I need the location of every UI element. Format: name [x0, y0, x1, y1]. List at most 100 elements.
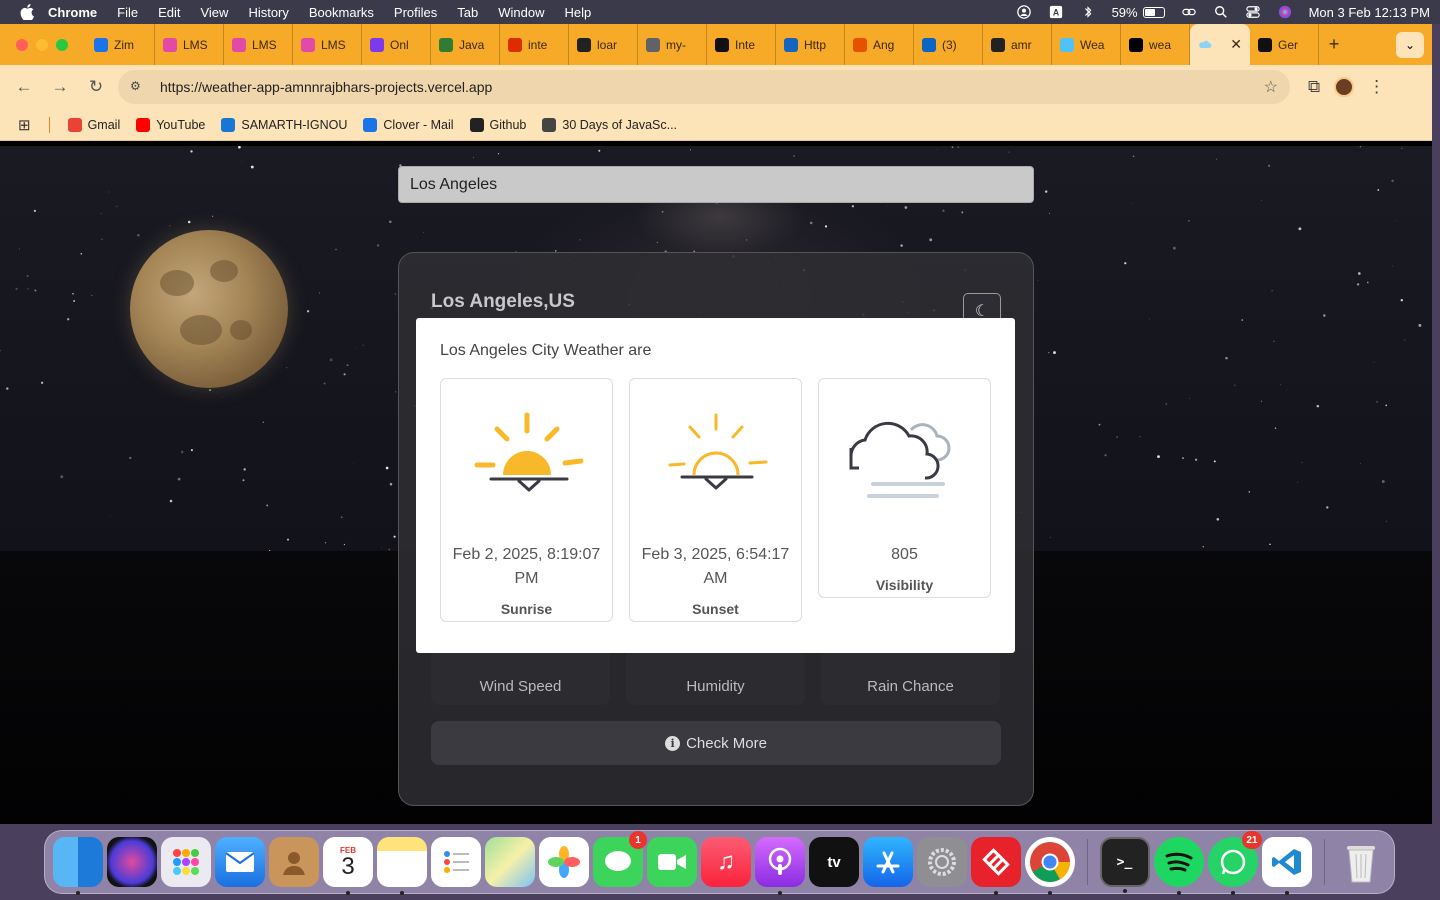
- tab-1[interactable]: LMS: [155, 24, 224, 65]
- spotlight-search-icon[interactable]: [1213, 5, 1229, 19]
- control-center-icon[interactable]: [1245, 5, 1261, 19]
- bookmark-5[interactable]: 30 Days of JavaSc...: [542, 117, 677, 132]
- site-info-icon[interactable]: ⚙: [130, 79, 150, 95]
- tab-6[interactable]: inte: [500, 24, 569, 65]
- system-settings-icon[interactable]: [917, 837, 967, 887]
- tab-favicon: [577, 37, 591, 52]
- address-bar[interactable]: ⚙ https://weather-app-amnnrajbhars-proje…: [118, 70, 1290, 104]
- tab-0[interactable]: Zim: [86, 24, 155, 65]
- star: [957, 146, 959, 148]
- link-icon[interactable]: [1181, 5, 1197, 19]
- menu-profiles[interactable]: Profiles: [394, 5, 437, 20]
- podcasts-icon[interactable]: [755, 837, 805, 895]
- reminders-icon[interactable]: [431, 837, 481, 887]
- spotify-icon[interactable]: [1153, 837, 1204, 895]
- messages-icon[interactable]: 1: [593, 831, 647, 887]
- menu-file[interactable]: File: [117, 5, 138, 20]
- whatsapp-icon[interactable]: 21: [1207, 831, 1262, 895]
- star: [1280, 384, 1281, 386]
- tab-15[interactable]: wea: [1121, 24, 1190, 65]
- launchpad-icon[interactable]: [161, 837, 211, 887]
- tab-8[interactable]: my-: [638, 24, 707, 65]
- music-icon[interactable]: ♫: [701, 837, 751, 887]
- tab-12[interactable]: (3): [914, 24, 983, 65]
- bluetooth-icon[interactable]: [1080, 5, 1096, 19]
- tab-search-chevron-icon[interactable]: ⌄: [1396, 31, 1424, 58]
- close-window-button[interactable]: [16, 38, 28, 51]
- sunrise-icon: [441, 379, 612, 529]
- modal-title: Los Angeles City Weather are: [440, 342, 652, 359]
- bookmark-0[interactable]: Gmail: [67, 117, 120, 132]
- tab-10[interactable]: Http: [776, 24, 845, 65]
- url-text[interactable]: https://weather-app-amnnrajbhars-project…: [160, 79, 492, 95]
- close-tab-icon[interactable]: ✕: [1230, 36, 1242, 53]
- star: [1104, 454, 1107, 457]
- apps-grid-icon[interactable]: ⊞: [18, 116, 31, 134]
- menu-help[interactable]: Help: [565, 5, 592, 20]
- app-store-icon[interactable]: [863, 837, 913, 887]
- terminal-icon[interactable]: >_: [1099, 837, 1150, 893]
- siri-dock-icon[interactable]: [107, 837, 157, 887]
- star: [27, 288, 29, 290]
- input-source-icon[interactable]: A: [1048, 5, 1064, 19]
- zoom-window-button[interactable]: [56, 38, 68, 51]
- menu-edit[interactable]: Edit: [158, 5, 180, 20]
- back-arrow-icon[interactable]: ←: [10, 73, 38, 101]
- menu-tab[interactable]: Tab: [457, 5, 478, 20]
- apple-menu-icon[interactable]: [20, 4, 34, 20]
- menu-bookmarks[interactable]: Bookmarks: [309, 5, 374, 20]
- tab-11[interactable]: Ang: [845, 24, 914, 65]
- star: [1391, 179, 1394, 183]
- bookmark-star-icon[interactable]: ☆: [1264, 77, 1278, 97]
- menu-app-name[interactable]: Chrome: [48, 5, 97, 20]
- tab-3[interactable]: LMS: [293, 24, 362, 65]
- vscode-icon[interactable]: [1261, 837, 1312, 895]
- mail-icon[interactable]: [215, 837, 265, 887]
- new-tab-button[interactable]: +: [1319, 34, 1349, 55]
- contacts-icon[interactable]: [269, 837, 319, 887]
- facetime-icon[interactable]: [647, 837, 697, 887]
- calendar-icon[interactable]: FEB 3: [323, 837, 373, 895]
- apple-tv-icon[interactable]: tv: [809, 837, 859, 887]
- menu-window[interactable]: Window: [498, 5, 544, 20]
- finder-icon[interactable]: [53, 837, 103, 895]
- chrome-icon[interactable]: [1025, 837, 1075, 895]
- menubar-clock[interactable]: Mon 3 Feb 12:13 PM: [1309, 5, 1430, 20]
- battery-indicator[interactable]: 59%: [1112, 5, 1165, 20]
- profile-avatar[interactable]: [1334, 77, 1355, 97]
- tab-last[interactable]: Ger: [1250, 24, 1319, 65]
- city-search-input[interactable]: [398, 166, 1034, 203]
- tab-7[interactable]: loar: [569, 24, 638, 65]
- tab-active-weather-app[interactable]: ✕: [1190, 24, 1250, 65]
- anydesk-icon[interactable]: [971, 837, 1021, 895]
- bookmark-2[interactable]: SAMARTH-IGNOU: [221, 117, 347, 132]
- tab-9[interactable]: Inte: [707, 24, 776, 65]
- bookmark-4[interactable]: Github: [469, 117, 526, 132]
- tab-14[interactable]: Wea: [1052, 24, 1121, 65]
- tab-13[interactable]: amr: [983, 24, 1052, 65]
- bookmarks-bar: ⊞ Gmail YouTube SAMARTH-IGNOU Clover - Mail…: [0, 109, 1432, 141]
- menu-history[interactable]: History: [248, 5, 288, 20]
- tab-4[interactable]: Onl: [362, 24, 431, 65]
- browser-window: Zim LMS LMS LMS Onl Java inte loar my- Inte Http An…: [0, 24, 1432, 824]
- menu-view[interactable]: View: [200, 5, 228, 20]
- bookmark-1[interactable]: YouTube: [136, 117, 205, 132]
- trash-icon[interactable]: [1336, 837, 1386, 887]
- extensions-puzzle-icon[interactable]: ⧉: [1308, 77, 1320, 97]
- photos-icon[interactable]: [539, 837, 589, 887]
- tab-title: wea: [1149, 37, 1172, 52]
- star: [1149, 318, 1150, 320]
- forward-arrow-icon[interactable]: →: [46, 73, 74, 101]
- tab-title: LMS: [183, 37, 208, 52]
- minimize-window-button[interactable]: [36, 38, 48, 51]
- check-more-button[interactable]: i Check More: [431, 721, 1001, 765]
- tab-5[interactable]: Java: [431, 24, 500, 65]
- reload-icon[interactable]: ↻: [82, 73, 110, 101]
- siri-icon[interactable]: [1277, 5, 1293, 19]
- more-menu-icon[interactable]: ⋮: [1368, 77, 1385, 97]
- bookmark-3[interactable]: Clover - Mail: [363, 117, 454, 132]
- maps-icon[interactable]: [485, 837, 535, 887]
- user-circle-icon[interactable]: [1016, 5, 1032, 19]
- notes-icon[interactable]: [377, 837, 427, 895]
- tab-2[interactable]: LMS: [224, 24, 293, 65]
